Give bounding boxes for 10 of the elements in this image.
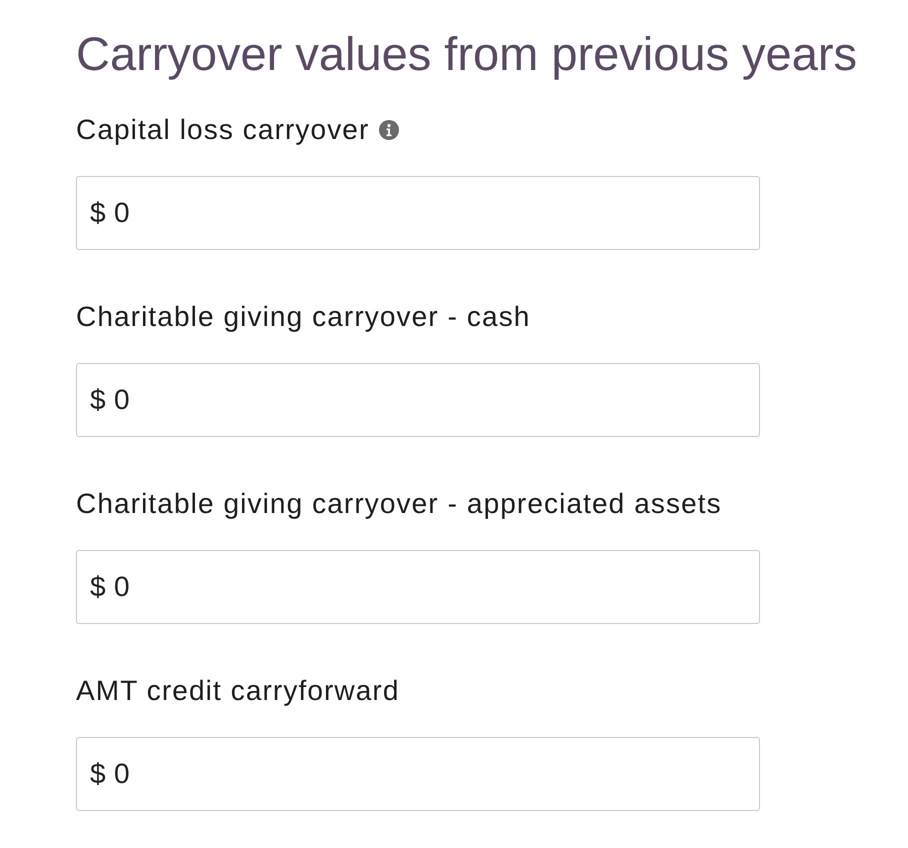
field-label: Charitable giving carryover - cash <box>76 301 530 333</box>
field-label: Charitable giving carryover - appreciated assets <box>76 488 722 520</box>
currency-symbol: $ <box>90 386 106 414</box>
currency-symbol: $ <box>90 199 106 227</box>
field-label: AMT credit carryforward <box>76 675 400 707</box>
field-label: Capital loss carryover <box>76 114 370 146</box>
currency-symbol: $ <box>90 760 106 788</box>
currency-symbol: $ <box>90 573 106 601</box>
section-title: Carryover values from previous years <box>76 26 858 82</box>
info-icon[interactable] <box>379 120 400 140</box>
